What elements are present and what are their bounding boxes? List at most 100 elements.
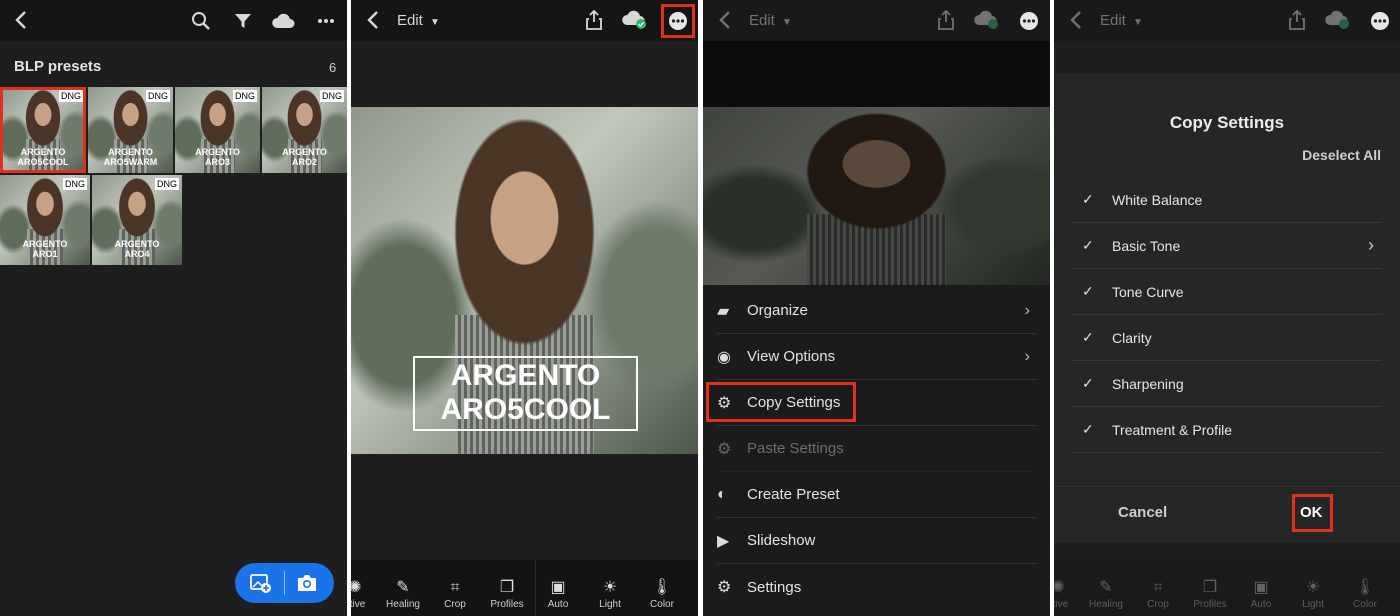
- filter-icon[interactable]: [232, 10, 254, 32]
- dng-badge: DNG: [320, 90, 344, 102]
- share-icon[interactable]: [1286, 9, 1308, 31]
- editor-panel: Edit ▼ ARGENTO ARO5COOL ✺ctive ✎Healing …: [351, 0, 698, 616]
- thumbnail-label: ARGENTO ARO2: [282, 147, 327, 167]
- checkmark-icon: ✓: [1082, 421, 1094, 437]
- tool-crop[interactable]: ⌗ Crop: [429, 577, 481, 610]
- organize-icon: ▰: [717, 302, 730, 320]
- cloud-synced-icon[interactable]: [621, 9, 649, 31]
- tool-light[interactable]: ☀ Light: [584, 577, 636, 610]
- checkmark-icon: ✓: [1082, 375, 1094, 391]
- edit-dropdown[interactable]: Edit ▼: [1100, 12, 1143, 29]
- menu-item-slideshow[interactable]: ▶ Slideshow: [717, 518, 1036, 564]
- cloud-synced-icon[interactable]: [973, 9, 1001, 31]
- dialog-title: Copy Settings: [1169, 113, 1285, 132]
- edit-dropdown[interactable]: Edit ▼: [397, 12, 440, 29]
- tool-healing[interactable]: ✎ Healing: [377, 577, 429, 610]
- photo-count: 6: [329, 60, 337, 75]
- back-icon[interactable]: [1066, 8, 1086, 32]
- back-icon[interactable]: [715, 8, 735, 32]
- setting-sharpening[interactable]: ✓ Sharpening: [1072, 361, 1382, 407]
- dng-badge: DNG: [233, 90, 257, 102]
- paste-settings-icon: ⚙: [717, 440, 732, 458]
- cloud-synced-icon[interactable]: [1324, 9, 1352, 31]
- dng-badge: DNG: [155, 178, 179, 190]
- more-icon[interactable]: [1018, 10, 1040, 32]
- checkmark-icon: ✓: [1082, 283, 1094, 299]
- thumbnail-aro1[interactable]: DNG ARGENTO ARO1: [0, 175, 90, 265]
- checkmark-icon: ✓: [1082, 329, 1094, 345]
- search-icon[interactable]: [190, 10, 212, 32]
- menu-item-organize[interactable]: ▰ Organize ›: [717, 288, 1036, 334]
- tool-color[interactable]: 🌡︎ Color: [1339, 577, 1391, 610]
- setting-treatment-profile[interactable]: ✓ Treatment & Profile: [1072, 407, 1382, 453]
- dim-overlay: [703, 41, 1050, 285]
- setting-tone-curve[interactable]: ✓ Tone Curve: [1072, 269, 1382, 315]
- crop-icon: ⌗: [450, 579, 460, 596]
- cancel-button[interactable]: Cancel: [1118, 504, 1167, 521]
- add-photos-fab: [235, 563, 334, 603]
- tool-crop[interactable]: ⌗ Crop: [1132, 577, 1184, 610]
- thumbnail-aro2[interactable]: DNG ARGENTO ARO2: [262, 87, 347, 173]
- more-icon[interactable]: [314, 10, 338, 32]
- menu-item-create-preset[interactable]: ◐ Create Preset: [717, 472, 1036, 518]
- chevron-right-icon: ›: [1368, 235, 1374, 255]
- share-icon[interactable]: [583, 9, 605, 31]
- tool-auto[interactable]: ▣ Auto: [532, 577, 584, 610]
- add-photo-icon[interactable]: [249, 572, 273, 594]
- profiles-icon: ❐: [1202, 579, 1218, 596]
- slideshow-icon: ▶: [717, 532, 730, 550]
- more-icon[interactable]: [1369, 10, 1391, 32]
- editor-top-bar: Edit ▼: [1054, 0, 1400, 41]
- more-button-highlight: [661, 4, 695, 38]
- back-icon[interactable]: [363, 8, 383, 32]
- tool-auto[interactable]: ▣ Auto: [1235, 577, 1287, 610]
- selected-thumbnail-highlight: [0, 87, 86, 173]
- thumbnail-aro4[interactable]: DNG ARGENTO ARO4: [92, 175, 182, 265]
- edit-dropdown-label: Edit: [749, 12, 775, 29]
- color-icon: 🌡︎: [1354, 579, 1376, 596]
- setting-basic-tone[interactable]: ✓ Basic Tone ›: [1072, 223, 1382, 269]
- thumbnail-label: ARGENTO ARO1: [22, 239, 68, 259]
- dng-badge: DNG: [146, 90, 170, 102]
- menu-item-view-options[interactable]: ◉ View Options ›: [717, 334, 1036, 380]
- back-icon[interactable]: [10, 8, 32, 32]
- edit-dropdown[interactable]: Edit ▼: [749, 12, 792, 29]
- chevron-right-icon: ›: [1024, 347, 1030, 365]
- tool-profiles[interactable]: ❐ Profiles: [481, 577, 533, 610]
- editor-top-bar: Edit ▼: [703, 0, 1050, 41]
- edit-toolbar: ✺ctive ✎Healing ⌗Crop ❐Profiles ▣Auto ☀L…: [351, 560, 698, 616]
- cloud-icon[interactable]: [270, 10, 296, 32]
- tool-light[interactable]: ☀ Light: [1287, 577, 1339, 610]
- copy-settings-highlight: [706, 382, 856, 422]
- edit-toolbar-dimmed: ✺ctive ✎Healing ⌗Crop ❐Profiles ▣Auto ☀L…: [1054, 560, 1400, 616]
- setting-clarity[interactable]: ✓ Clarity: [1072, 315, 1382, 361]
- thumbnail-aro3[interactable]: DNG ARGENTO ARO3: [175, 87, 260, 173]
- edit-dropdown-label: Edit: [397, 12, 423, 29]
- healing-icon: ✎: [396, 579, 410, 596]
- view-options-icon: ◉: [717, 348, 731, 366]
- tool-color[interactable]: 🌡︎ Color: [636, 577, 688, 610]
- menu-item-paste-settings: ⚙ Paste Settings: [717, 426, 1036, 472]
- thumbnail-label: ARGENTO ARO3: [195, 147, 240, 167]
- editor-top-bar: Edit ▼: [351, 0, 698, 41]
- deselect-all-button[interactable]: Deselect All: [1302, 147, 1381, 163]
- chevron-down-icon: ▼: [782, 17, 792, 28]
- share-icon[interactable]: [935, 9, 957, 31]
- tool-profiles[interactable]: ❐ Profiles: [1184, 577, 1236, 610]
- checkmark-icon: ✓: [1082, 237, 1094, 253]
- preset-overlay-line2: ARO5COOL: [440, 393, 611, 426]
- album-title: BLP presets: [14, 58, 102, 75]
- settings-icon: ⚙: [717, 579, 732, 596]
- menu-item-settings[interactable]: ⚙ Settings: [717, 564, 1036, 610]
- dialog-divider: [1054, 486, 1400, 487]
- copy-settings-panel: Edit ▼ Copy Settings Deselect All ✓ White…: [1054, 0, 1400, 616]
- setting-white-balance[interactable]: ✓ White Balance: [1072, 177, 1382, 223]
- tool-healing[interactable]: ✎ Healing: [1080, 577, 1132, 610]
- more-menu: ▰ Organize › ◉ View Options › ⚙ Copy Settings…: [703, 285, 1050, 616]
- profiles-icon: ❐: [499, 579, 515, 596]
- light-icon: ☀: [1305, 579, 1321, 596]
- camera-icon[interactable]: [295, 572, 319, 594]
- thumbnail-aro5warm[interactable]: DNG ARGENTO ARO5WARM: [88, 87, 173, 173]
- chevron-right-icon: ›: [1024, 301, 1030, 319]
- ok-button-highlight: [1292, 494, 1333, 532]
